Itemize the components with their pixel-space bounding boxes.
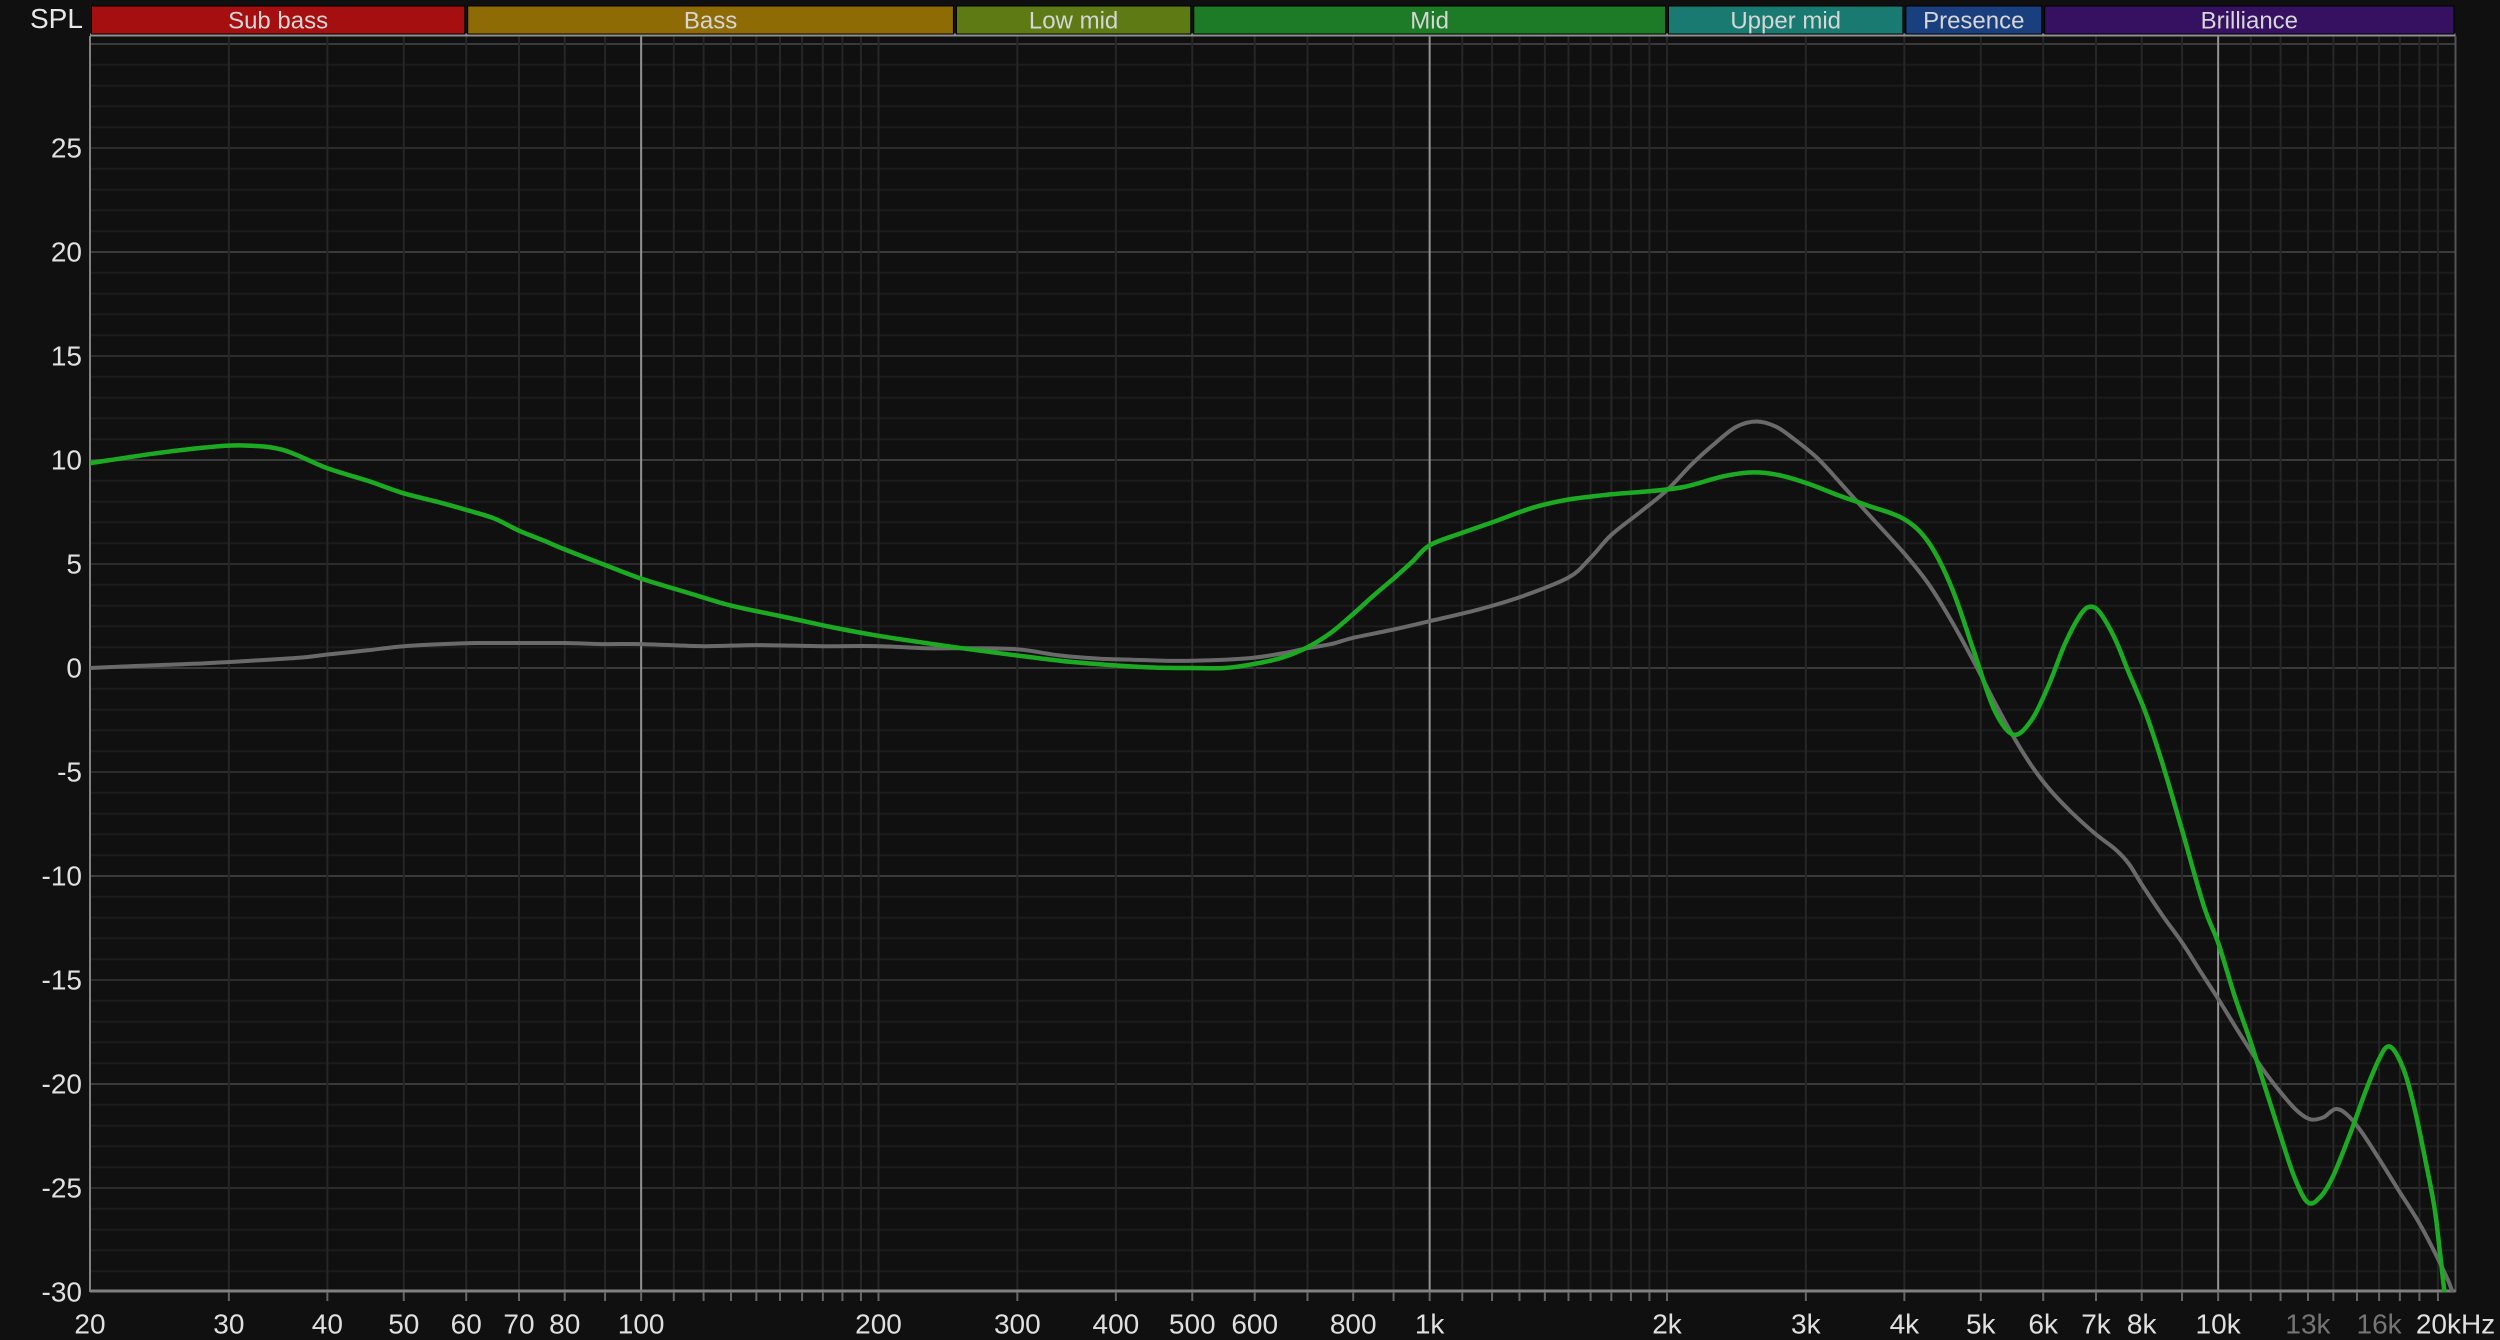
frequency-band-strip: Sub bass Bass Low mid Mid Upper mid Presence B… [91,5,2455,35]
horizontal-gridlines [90,43,2456,1273]
x-tick-label: 10k [2196,1309,2242,1340]
band-label: Presence [1923,8,2024,35]
band-segment: Upper mid [1668,5,1904,35]
y-tick-label: 20 [51,237,82,268]
band-label: Sub bass [228,8,328,35]
y-tick-label: 15 [51,341,82,372]
chart-canvas: Sub bass Bass Low mid Mid Upper mid Presence B… [30,3,2495,1340]
band-segment: Brilliance [2044,5,2455,35]
x-tick-label: 200 [855,1309,902,1340]
y-tick-label: -30 [42,1277,82,1308]
band-label: Upper mid [1730,8,1841,35]
x-tick-label: 50 [388,1309,419,1340]
x-tick-label: 100 [618,1309,665,1340]
x-tick-label: 500 [1169,1309,1216,1340]
curve-gray [90,419,2455,1292]
x-tick-label: 40 [312,1309,343,1340]
y-tick-label: 0 [66,653,82,684]
x-tick-label: 60 [451,1309,482,1340]
x-tick-label: 400 [1093,1309,1140,1340]
x-tick-label: 4k [1890,1309,1921,1340]
y-tick-label: -15 [42,965,82,996]
frequency-response-chart: Sub bass Bass Low mid Mid Upper mid Presence B… [0,0,2500,1340]
x-tick-label: 80 [549,1309,580,1340]
band-segment: Bass [467,5,954,35]
y-tick-label: 5 [66,549,82,580]
plot-borders [89,33,2457,1293]
x-tick-label: 5k [1966,1309,1997,1340]
band-segment: Sub bass [91,5,466,35]
x-tick-label: 600 [1231,1309,1278,1340]
band-label: Brilliance [2201,8,2298,35]
y-tick-label: -5 [57,757,82,788]
x-tick-label: 30 [213,1309,244,1340]
band-label: Mid [1410,8,1449,35]
x-tick-label: 16k [2357,1309,2403,1340]
x-tick-label: 800 [1330,1309,1377,1340]
axis-tick-marks [227,1292,2439,1301]
band-segment: Presence [1905,5,2043,35]
y-tick-label: -10 [42,861,82,892]
y-tick-label: 10 [51,445,82,476]
band-segment: Mid [1193,5,1667,35]
vertical-gridlines [227,36,2439,1292]
x-tick-label: 20kHz [2416,1309,2495,1340]
y-axis-title: SPL [30,3,83,34]
band-segment: Low mid [955,5,1192,35]
x-tick-label: 13k [2285,1309,2331,1340]
x-tick-label: 300 [994,1309,1041,1340]
y-tick-label: -20 [42,1069,82,1100]
band-label: Low mid [1029,8,1118,35]
curve-green [90,443,2447,1292]
x-tick-label: 3k [1791,1309,1822,1340]
y-tick-label: 25 [51,133,82,164]
x-tick-label: 8k [2127,1309,2158,1340]
x-tick-label: 2k [1652,1309,1683,1340]
x-tick-label: 6k [2028,1309,2059,1340]
band-label: Bass [684,8,737,35]
y-tick-label: -25 [42,1173,82,1204]
x-tick-label: 20 [74,1309,105,1340]
x-tick-label: 70 [503,1309,534,1340]
x-tick-label: 7k [2081,1309,2112,1340]
x-tick-label: 1k [1415,1309,1446,1340]
